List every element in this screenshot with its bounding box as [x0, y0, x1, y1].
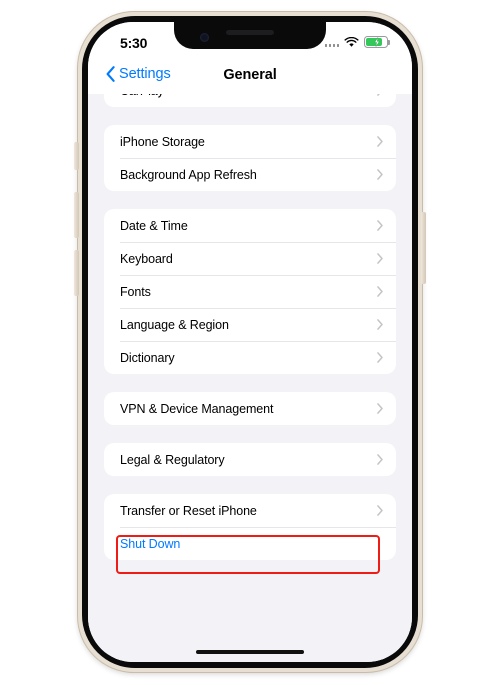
list-item[interactable]: Legal & Regulatory	[104, 443, 396, 476]
list-item-label: Fonts	[120, 284, 151, 299]
list-item-label: VPN & Device Management	[120, 401, 274, 416]
status-bar-indicators	[324, 36, 391, 48]
volume-down-button[interactable]	[74, 250, 79, 296]
phone-screen: 5:30 Settings General iPhone Storage Bac…	[88, 22, 412, 662]
list-item[interactable]: Shut Down	[104, 527, 396, 560]
chevron-left-icon	[106, 66, 115, 82]
list-item-label: Background App Refresh	[120, 167, 257, 182]
list-item-label: CarPlay	[120, 94, 377, 98]
list-item-label: iPhone Storage	[120, 134, 205, 149]
list-item-label: Shut Down	[120, 536, 181, 551]
list-item-label: Dictionary	[120, 350, 175, 365]
back-button-label: Settings	[119, 66, 171, 82]
chevron-right-icon	[377, 136, 383, 147]
list-item[interactable]: Dictionary	[104, 341, 396, 374]
chevron-right-icon	[377, 94, 380, 96]
front-camera-icon	[200, 33, 209, 42]
chevron-right-icon	[377, 286, 383, 297]
power-side-button[interactable]	[421, 212, 426, 284]
mute-switch-button[interactable]	[74, 142, 79, 170]
list-item[interactable]: CarPlay	[104, 94, 396, 107]
list-item-label: Legal & Regulatory	[120, 452, 225, 467]
reset-group: Transfer or Reset iPhone Shut Down	[104, 494, 396, 560]
page-title: General	[223, 67, 277, 83]
chevron-right-icon	[377, 352, 383, 363]
chevron-right-icon	[377, 454, 383, 465]
chevron-right-icon	[377, 169, 383, 180]
list-item[interactable]: Fonts	[104, 275, 396, 308]
storage-group: iPhone Storage Background App Refresh	[104, 125, 396, 191]
list-item-label: Keyboard	[120, 251, 173, 266]
back-button[interactable]: Settings	[106, 66, 171, 82]
chevron-right-icon	[377, 505, 383, 516]
localization-group: Date & Time Keyboard Fonts Language & Regio…	[104, 209, 396, 374]
chevron-right-icon	[377, 319, 383, 330]
list-item[interactable]: Background App Refresh	[104, 158, 396, 191]
earpiece-speaker-icon	[226, 30, 274, 35]
status-bar-time: 5:30	[120, 35, 148, 51]
volume-up-button[interactable]	[74, 192, 79, 238]
list-item[interactable]: VPN & Device Management	[104, 392, 396, 425]
battery-charging-icon	[364, 36, 391, 48]
display-notch	[174, 22, 326, 49]
wifi-icon	[344, 36, 359, 47]
chevron-right-icon	[377, 253, 383, 264]
list-item-label: Transfer or Reset iPhone	[120, 503, 257, 518]
list-item-label: Date & Time	[120, 218, 188, 233]
vpn-group: VPN & Device Management	[104, 392, 396, 425]
list-item[interactable]: iPhone Storage	[104, 125, 396, 158]
list-item[interactable]: Date & Time	[104, 209, 396, 242]
chevron-right-icon	[377, 220, 383, 231]
list-item[interactable]: Keyboard	[104, 242, 396, 275]
navigation-bar: Settings General	[88, 62, 412, 94]
legal-group: Legal & Regulatory	[104, 443, 396, 476]
settings-list[interactable]: CarPlay iPhone Storage Background App Refr…	[88, 94, 412, 662]
list-item[interactable]: Language & Region	[104, 308, 396, 341]
cellular-dots-icon	[324, 38, 339, 47]
home-indicator[interactable]	[196, 650, 304, 654]
chevron-right-icon	[377, 403, 383, 414]
list-item[interactable]: Transfer or Reset iPhone	[104, 494, 396, 527]
carplay-group: CarPlay	[104, 94, 396, 107]
list-item-label: Language & Region	[120, 317, 229, 332]
